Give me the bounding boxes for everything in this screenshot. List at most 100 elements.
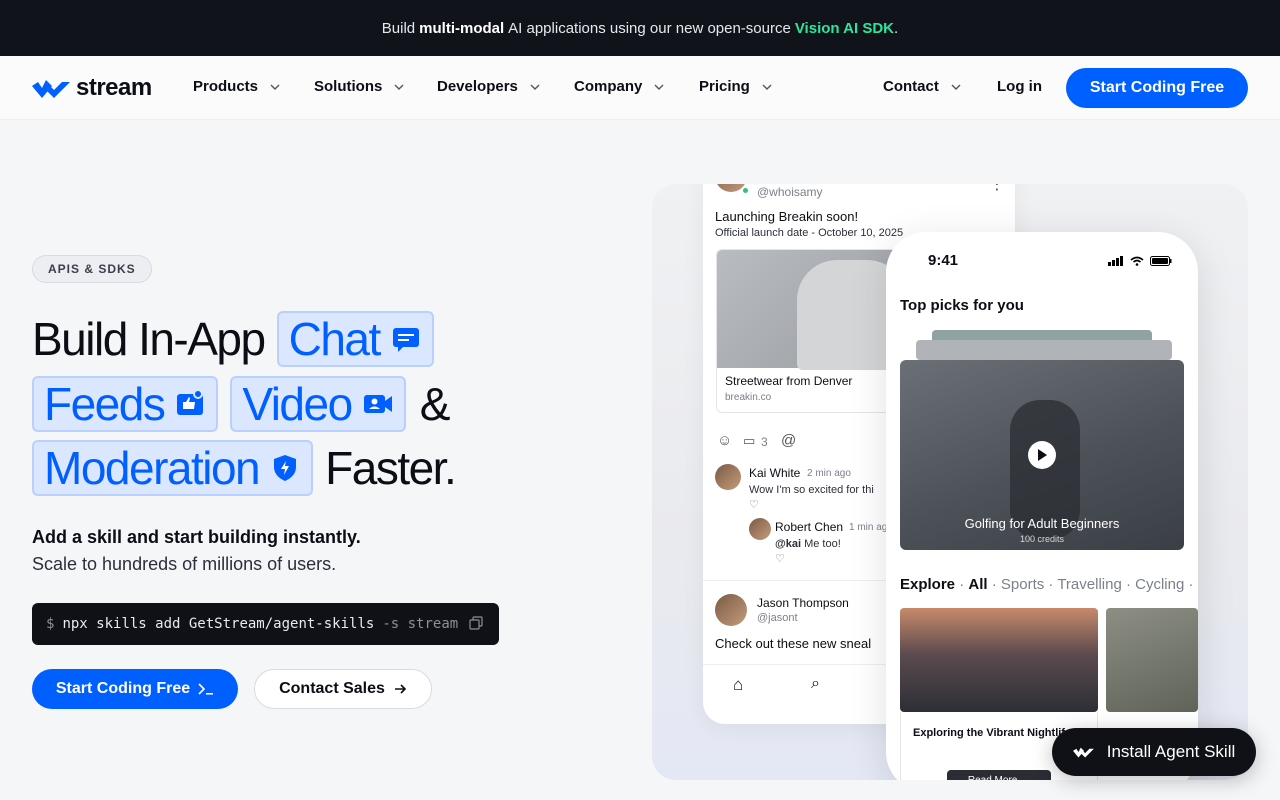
avatar [715, 594, 747, 626]
headline-line-3: Moderation Faster. [32, 440, 457, 496]
chip-feeds-label: Feeds [44, 378, 166, 430]
announcement-banner: Build multi-modal AI applications using … [0, 0, 1280, 56]
avatar [749, 518, 771, 540]
status-time: 9:41 [928, 252, 959, 269]
post2-text: Check out these new sneal [715, 636, 872, 651]
reply-body: @kai Me too! [775, 538, 841, 550]
video-credits: 100 credits [1019, 534, 1065, 544]
stream-logo[interactable]: stream [32, 74, 152, 102]
chip-chat[interactable]: Chat [276, 311, 434, 367]
nav-start-coding-button[interactable]: Start Coding Free [1066, 68, 1248, 108]
mention-icon[interactable]: @ [781, 432, 796, 449]
reply-mention: @kai [775, 538, 802, 550]
chevron-down-icon [951, 84, 961, 90]
play-icon[interactable] [1028, 441, 1056, 469]
banner-middle: AI applications using our new open-sourc… [508, 19, 791, 37]
heart-icon[interactable]: ♡ [775, 552, 785, 565]
headline-line-2: Feeds Video & [32, 376, 451, 432]
tab-travelling[interactable]: Travelling [1057, 576, 1121, 593]
featured-video-card[interactable]: Golfing for Adult Beginners 100 credits [900, 360, 1184, 550]
chip-moderation-label: Moderation [44, 442, 261, 494]
separator: · [991, 576, 997, 593]
tab-cycling[interactable]: Cycling [1135, 576, 1184, 593]
comment-icon[interactable]: ▭ [743, 433, 755, 449]
comment-time: 2 min ago [807, 468, 851, 479]
video-camera-icon [363, 395, 392, 413]
shield-icon [274, 455, 297, 481]
command-prompt: $ [46, 616, 55, 632]
login-link[interactable]: Log in [997, 78, 1042, 95]
post-title: Launching Breakin soon! [715, 209, 859, 224]
headline-prefix: Build In-App [32, 313, 266, 365]
separator: · [1188, 576, 1194, 593]
nav-products[interactable]: Products [193, 78, 282, 95]
nav-solutions[interactable]: Solutions [314, 78, 406, 95]
heart-icon[interactable]: ♡ [749, 498, 759, 511]
install-agent-skill-button[interactable]: Install Agent Skill [1052, 728, 1256, 776]
stream-logo-icon [1072, 747, 1094, 758]
chip-moderation[interactable]: Moderation [32, 440, 314, 496]
chip-feeds[interactable]: Feeds [32, 376, 219, 432]
nav-solutions-label: Solutions [314, 78, 383, 95]
more-options-icon[interactable]: ⋮ [989, 184, 1005, 194]
comment-count: 3 [761, 435, 768, 449]
post-handle: @whoisamy [757, 185, 823, 199]
post2-author: Jason Thompson [757, 596, 849, 610]
chevron-down-icon [654, 84, 664, 90]
link-domain: breakin.co [725, 392, 772, 403]
separator: · [1125, 576, 1131, 593]
contact-sales-button[interactable]: Contact Sales [254, 669, 432, 709]
chip-video[interactable]: Video [230, 376, 406, 432]
apis-sdks-pill: APIS & SDKS [32, 255, 152, 283]
home-icon[interactable]: ⌂ [733, 675, 743, 695]
chat-icon [392, 328, 419, 352]
explore-tabs: Explore · All · Sports · Travelling · Cy… [900, 576, 1194, 593]
comment-author: Kai White [749, 466, 801, 480]
post-subtitle: Official launch date - October 10, 2025 [715, 227, 904, 239]
install-label: Install Agent Skill [1106, 742, 1236, 761]
hero-subtitle: Scale to hundreds of millions of users. [32, 554, 337, 574]
avatar [715, 464, 741, 490]
signal-icon [1108, 256, 1123, 266]
headline-ampersand: & [419, 378, 451, 430]
product-showcase: @whoisamy ⋮ Launching Breakin soon! Offi… [652, 184, 1248, 780]
nav-developers[interactable]: Developers [437, 78, 542, 95]
video-title: Golfing for Adult Beginners [964, 516, 1120, 531]
headline-line-1: Build In-App Chat [32, 311, 434, 367]
banner-prefix: Build [381, 19, 416, 37]
tab-sports[interactable]: Sports [1001, 576, 1044, 593]
banner-sdk-link[interactable]: Vision AI SDK [795, 20, 894, 37]
start-coding-button[interactable]: Start Coding Free [32, 669, 238, 709]
emoji-icon[interactable]: ☺ [717, 432, 732, 449]
nav-pricing-label: Pricing [699, 78, 750, 95]
tokyo-image[interactable] [900, 608, 1098, 712]
main-nav: stream Products Solutions Developers Com… [0, 56, 1280, 120]
read-more-button[interactable]: Read More → [947, 770, 1051, 780]
top-picks-title: Top picks for you [900, 297, 1024, 314]
banner-suffix: . [894, 19, 899, 37]
nav-contact[interactable]: Contact [883, 78, 963, 95]
install-command-box[interactable]: $ npx skills add GetStream/agent-skills … [32, 603, 499, 645]
explore-label: Explore [900, 576, 956, 593]
nav-pricing[interactable]: Pricing [699, 78, 774, 95]
headline-faster: Faster. [325, 442, 457, 494]
nav-developers-label: Developers [437, 78, 518, 95]
wifi-icon [1130, 256, 1144, 266]
copy-icon[interactable] [469, 616, 483, 630]
sneakers-image[interactable] [1106, 608, 1198, 712]
nav-company[interactable]: Company [574, 78, 666, 95]
chevron-down-icon [270, 84, 280, 90]
terminal-icon [198, 683, 214, 695]
feeds-icon [177, 389, 204, 415]
nav-contact-label: Contact [883, 78, 939, 95]
nav-company-label: Company [574, 78, 643, 95]
command-text: npx skills add GetStream/agent-skills [62, 616, 375, 632]
search-icon[interactable]: ⌕ [811, 675, 820, 693]
reply-text: Me too! [804, 538, 841, 550]
nav-products-label: Products [193, 78, 259, 95]
tab-all[interactable]: All [968, 576, 987, 593]
stacked-card [916, 340, 1172, 360]
online-indicator [741, 186, 750, 195]
link-title: Streetwear from Denver [725, 374, 853, 388]
comment-text: Wow I'm so excited for thi [749, 484, 874, 496]
